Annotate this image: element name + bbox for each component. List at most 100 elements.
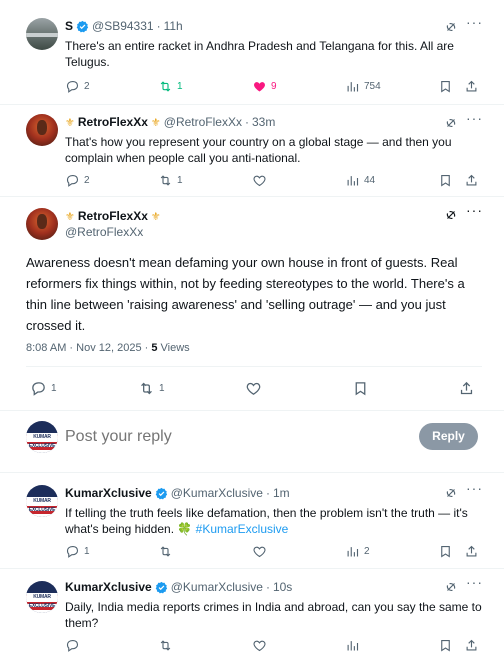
grok-icon[interactable] (444, 580, 458, 594)
timestamp[interactable]: 8:08 AM · Nov 12, 2025 · (26, 342, 151, 354)
reply-button[interactable]: 2 (65, 173, 90, 188)
repost-count: 1 (159, 383, 165, 394)
more-options-icon[interactable]: ··· (466, 574, 483, 590)
bookmark-button[interactable] (438, 638, 453, 653)
reply-icon (65, 79, 80, 94)
display-name[interactable]: S (65, 19, 73, 33)
bookmark-icon (438, 79, 453, 94)
like-button[interactable] (245, 380, 262, 397)
more-options-icon[interactable]: ··· (466, 14, 483, 30)
avatar[interactable] (26, 208, 58, 240)
heart-icon (252, 544, 267, 559)
bookmark-button[interactable] (438, 173, 453, 188)
grok-icon[interactable] (444, 20, 458, 34)
more-options-icon[interactable]: ··· (466, 202, 483, 218)
verified-badge-icon (155, 581, 168, 594)
grok-icon[interactable] (444, 116, 458, 130)
share-icon (464, 173, 479, 188)
handle[interactable]: @RetroFlexXx (65, 225, 143, 239)
views-button[interactable]: 2 (345, 544, 370, 559)
display-name[interactable]: RetroFlexXx (78, 209, 148, 223)
time[interactable]: 11h (164, 19, 183, 33)
bookmark-button[interactable] (438, 79, 453, 94)
display-name[interactable]: RetroFlexXx (78, 115, 148, 129)
grok-icon[interactable] (444, 486, 458, 500)
time[interactable]: 33m (252, 115, 275, 129)
reply-count: 1 (51, 383, 57, 394)
heart-icon (252, 173, 267, 188)
reply-button[interactable]: 1 (30, 380, 57, 397)
repost-button[interactable]: 1 (138, 380, 165, 397)
share-icon (464, 638, 479, 653)
tweet-text: Awareness doesn't mean defaming your own… (26, 255, 465, 333)
views-icon (345, 173, 360, 188)
like-button[interactable] (252, 544, 267, 559)
avatar[interactable] (26, 18, 58, 50)
handle[interactable]: @RetroFlexXx (164, 115, 242, 129)
handle[interactable]: @KumarXclusive (171, 580, 263, 594)
reply-count: 1 (84, 546, 90, 557)
display-name[interactable]: KumarXclusive (65, 486, 152, 500)
reply-tweet[interactable]: KUMAR EXCLUSIVE KumarXclusive @KumarXclu… (0, 569, 504, 671)
reply-tweet[interactable]: ⚜ RetroFlexXx ⚜ @RetroFlexXx · 33m ··· T… (0, 104, 504, 196)
like-button[interactable] (252, 173, 267, 188)
bookmark-button[interactable] (438, 544, 453, 559)
repost-button[interactable]: 1 (158, 173, 183, 188)
reply-icon (65, 173, 80, 188)
reply-button-submit[interactable]: Reply (419, 423, 478, 450)
reply-tweet[interactable]: S @SB94331 · 11h ··· There's an entire r… (0, 0, 504, 104)
heart-icon (245, 380, 262, 397)
repost-button[interactable]: 1 (158, 79, 183, 94)
views-button[interactable] (345, 638, 360, 653)
display-name[interactable]: KumarXclusive (65, 580, 152, 594)
grok-icon[interactable] (444, 208, 458, 222)
more-options-icon[interactable]: ··· (466, 480, 483, 496)
reply-input[interactable] (65, 425, 365, 449)
repost-button[interactable] (158, 638, 173, 653)
views-count: 2 (364, 546, 370, 557)
share-button[interactable] (464, 638, 479, 653)
reply-button[interactable]: 2 (65, 79, 90, 94)
repost-icon (138, 380, 155, 397)
reply-button[interactable] (65, 638, 80, 653)
like-count: 9 (271, 81, 277, 92)
avatar[interactable]: KUMAR EXCLUSIVE (26, 485, 58, 517)
reply-tweet[interactable]: KUMAR EXCLUSIVE KumarXclusive @KumarXclu… (0, 473, 504, 569)
views-button[interactable]: 44 (345, 173, 375, 188)
bookmark-icon (438, 173, 453, 188)
verified-badge-icon (155, 487, 168, 500)
avatar: KUMAR EXCLUSIVE (26, 421, 58, 453)
reply-button[interactable]: 1 (65, 544, 90, 559)
crown-emoji-icon: ⚜ (65, 116, 75, 129)
repost-count: 1 (177, 81, 183, 92)
avatar[interactable] (26, 114, 58, 146)
reply-count: 2 (84, 175, 90, 186)
crown-emoji-icon: ⚜ (65, 210, 75, 223)
hashtag-link[interactable]: #KumarExclusive (196, 522, 289, 536)
crown-emoji-icon: ⚜ (150, 210, 161, 223)
repost-button[interactable] (158, 544, 173, 559)
share-button[interactable] (464, 79, 479, 94)
share-icon (458, 380, 475, 397)
more-options-icon[interactable]: ··· (466, 110, 483, 126)
separator-dot: · (244, 115, 249, 129)
like-button[interactable] (252, 638, 267, 653)
time[interactable]: 1m (273, 486, 290, 500)
bookmark-button[interactable] (352, 380, 369, 397)
tweet-text: If telling the truth feels like defamati… (65, 505, 485, 537)
share-button[interactable] (464, 173, 479, 188)
repost-icon (158, 638, 173, 653)
share-button[interactable] (458, 380, 475, 397)
like-button[interactable]: 9 (252, 79, 277, 94)
avatar[interactable]: KUMAR EXCLUSIVE (26, 581, 58, 613)
views-count: 44 (364, 175, 376, 186)
share-icon (464, 544, 479, 559)
views-button[interactable]: 754 (345, 79, 381, 94)
handle[interactable]: @KumarXclusive (171, 486, 263, 500)
views-icon (345, 544, 360, 559)
tweet-text: Daily, India media reports crimes in Ind… (65, 600, 482, 630)
time[interactable]: 10s (273, 580, 292, 594)
share-button[interactable] (464, 544, 479, 559)
timestamp-line: 8:08 AM · Nov 12, 2025 · 5 Views (26, 342, 190, 354)
handle[interactable]: @SB94331 (92, 19, 154, 33)
